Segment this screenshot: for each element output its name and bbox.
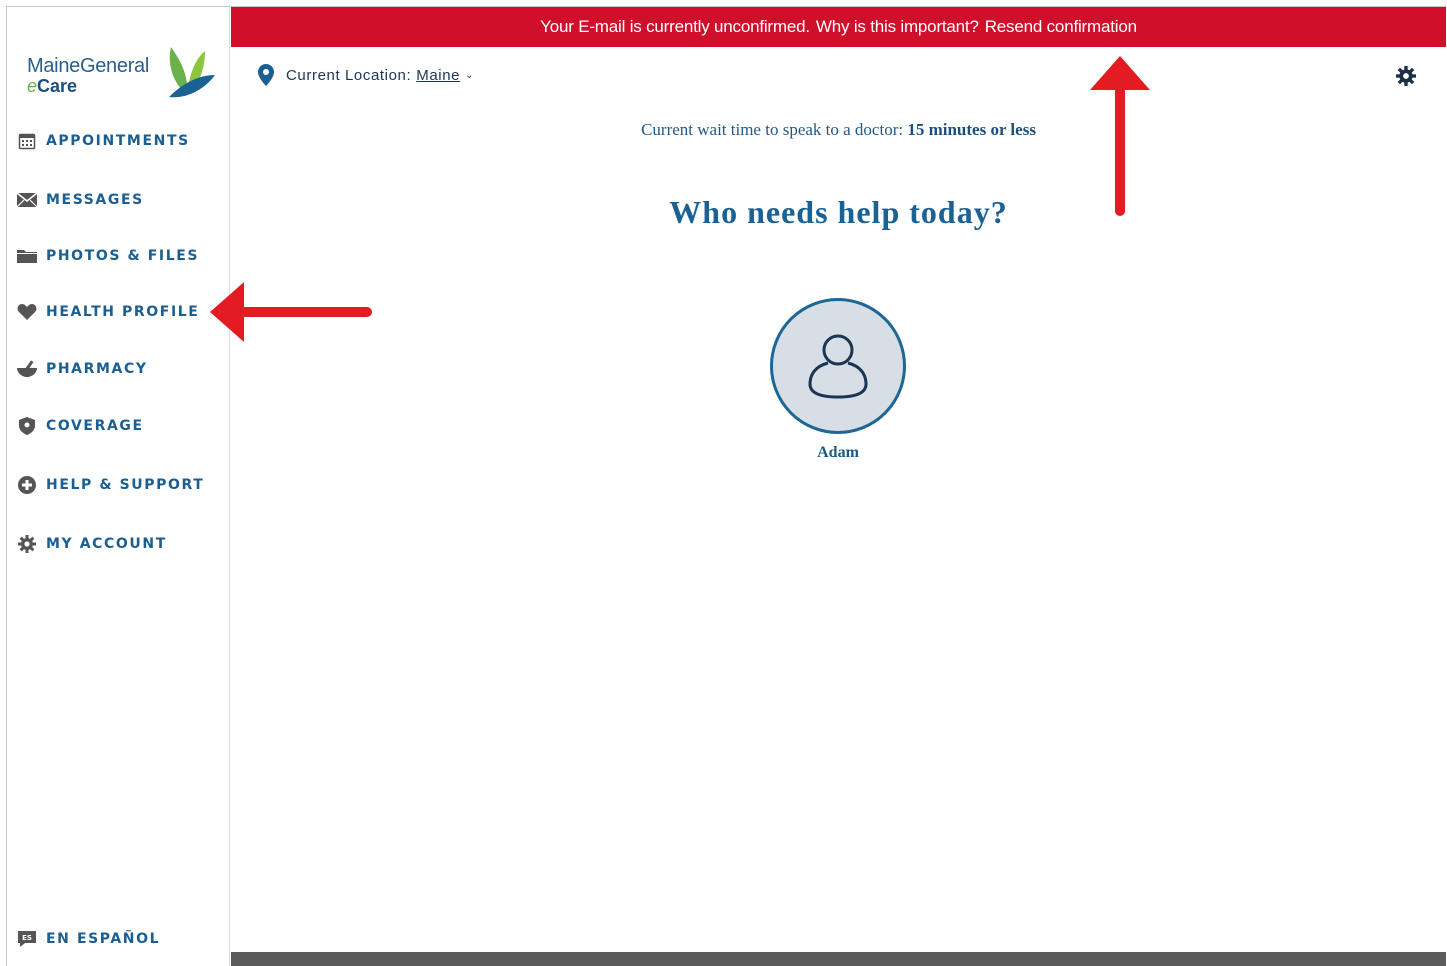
location-selector[interactable]: Current Location: Maine ⌄	[258, 64, 474, 86]
sidebar-item-pharmacy[interactable]: PHARMACY	[17, 357, 148, 381]
sidebar-item-label: MESSAGES	[46, 192, 144, 208]
email-unconfirmed-banner: Your E-mail is currently unconfirmed. Wh…	[231, 7, 1446, 47]
page-title: Who needs help today?	[669, 194, 1008, 230]
sidebar-item-label: PHOTOS & FILES	[46, 248, 200, 264]
sidebar-item-messages[interactable]: MESSAGES	[17, 188, 144, 212]
wait-time-value: 15 minutes or less	[907, 120, 1036, 139]
wait-time-label: Current wait time to speak to a doctor:	[641, 120, 904, 139]
footer-bar	[231, 952, 1446, 966]
chevron-down-icon: ⌄	[465, 69, 475, 81]
sidebar-item-label: HEALTH PROFILE	[46, 304, 200, 320]
brand-logo[interactable]: MaineGeneral eCare	[27, 43, 217, 103]
language-label: EN ESPAÑOL	[46, 931, 161, 947]
folder-icon	[17, 246, 37, 266]
gear-icon	[17, 534, 37, 554]
brand-name: MaineGeneral	[27, 55, 150, 77]
sidebar-item-label: APPOINTMENTS	[46, 133, 190, 149]
location-value[interactable]: Maine	[416, 67, 460, 84]
location-label: Current Location:	[286, 66, 412, 84]
calendar-icon	[17, 131, 37, 151]
why-important-link[interactable]: Why is this important?	[816, 17, 979, 37]
sidebar: MaineGeneral eCare APPOINTMENTS MESSAGES…	[7, 7, 230, 966]
annotation-arrow-up	[1090, 56, 1150, 216]
resend-confirmation-link[interactable]: Resend confirmation	[985, 17, 1137, 37]
plus-circle-icon	[17, 475, 37, 495]
sidebar-item-label: PHARMACY	[46, 361, 148, 377]
mortar-pestle-icon	[17, 359, 37, 379]
patient-card-adam[interactable]	[770, 298, 906, 434]
sidebar-item-label: COVERAGE	[46, 418, 144, 434]
svg-text:ES: ES	[22, 934, 32, 942]
banner-message: Your E-mail is currently unconfirmed.	[540, 17, 810, 36]
sidebar-item-help-support[interactable]: HELP & SUPPORT	[17, 473, 204, 497]
settings-gear-icon[interactable]	[1396, 66, 1416, 86]
patient-name: Adam	[817, 444, 859, 461]
map-pin-icon	[258, 64, 274, 86]
sidebar-item-appointments[interactable]: APPOINTMENTS	[17, 129, 190, 153]
sidebar-item-my-account[interactable]: MY ACCOUNT	[17, 532, 167, 556]
sidebar-item-label: HELP & SUPPORT	[46, 477, 205, 493]
sidebar-item-label: MY ACCOUNT	[46, 536, 167, 552]
shield-icon	[17, 416, 37, 436]
annotation-arrow-left	[210, 282, 372, 342]
language-toggle[interactable]: ES EN ESPAÑOL	[17, 927, 160, 951]
envelope-icon	[17, 190, 37, 210]
heart-icon	[17, 302, 37, 322]
sidebar-item-photos-files[interactable]: PHOTOS & FILES	[17, 244, 199, 268]
wait-time-text: Current wait time to speak to a doctor: …	[231, 120, 1446, 140]
leaf-logo-icon	[169, 47, 215, 98]
sidebar-item-coverage[interactable]: COVERAGE	[17, 414, 144, 438]
brand-subname: eCare	[27, 76, 78, 96]
sidebar-item-health-profile[interactable]: HEALTH PROFILE	[17, 300, 199, 324]
person-icon	[808, 334, 868, 399]
es-speech-bubble-icon: ES	[17, 929, 37, 949]
